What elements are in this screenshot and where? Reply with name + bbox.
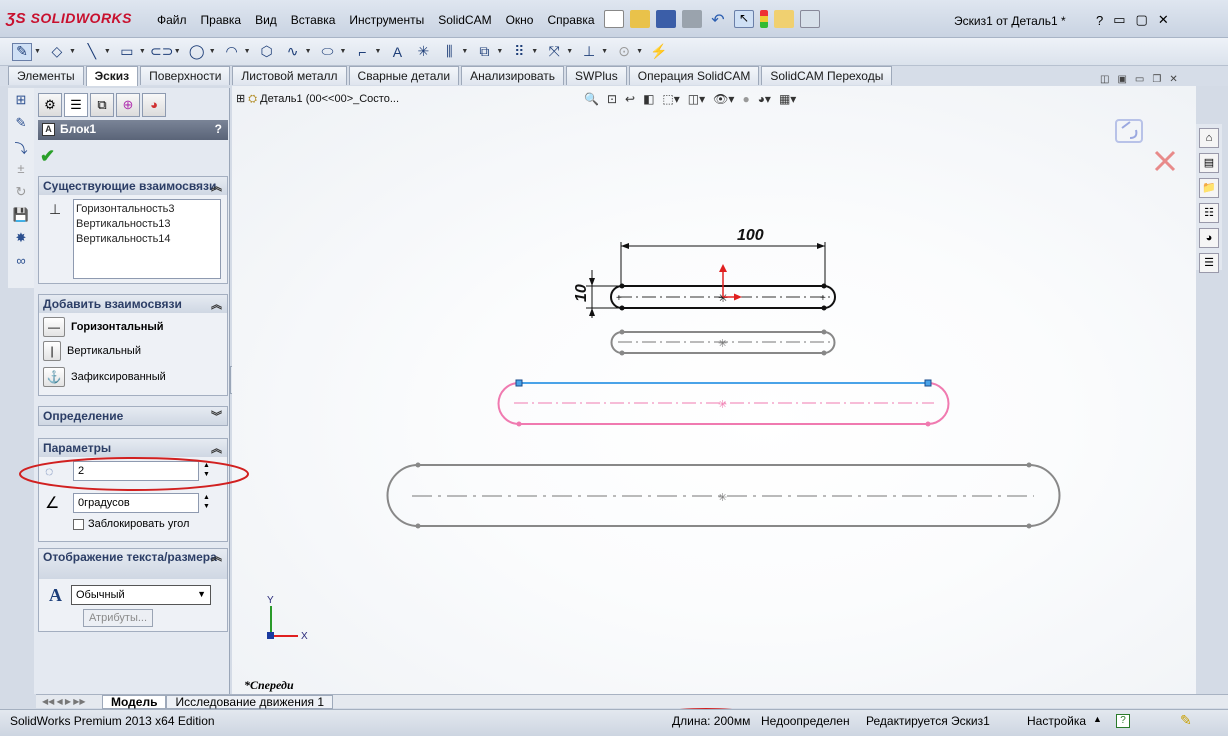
dimension-height[interactable]: 10 <box>573 270 620 318</box>
quick-tips-icon[interactable]: ✎ <box>1180 712 1192 729</box>
dimension-length-label: 100 <box>737 227 764 244</box>
dimension-height-label: 10 <box>573 284 590 302</box>
status-edition: SolidWorks Premium 2013 x64 Edition <box>10 714 215 728</box>
highlight-scale-ellipse <box>19 457 249 491</box>
status-settings[interactable]: Настройка <box>1027 714 1086 728</box>
slot-selected[interactable]: ✳ <box>497 379 950 427</box>
exit-sketch-icon[interactable] <box>1115 119 1143 143</box>
svg-text:✳: ✳ <box>718 492 727 504</box>
tab-model[interactable]: Модель <box>102 694 167 709</box>
cancel-sketch-icon[interactable] <box>1154 150 1176 172</box>
slot-copy-small[interactable]: ✳ <box>610 329 836 356</box>
sketch-canvas: + + ✳ 100 10 ✳ ✳ ✳ Y X <box>19 119 1176 734</box>
help-status-icon[interactable]: ? <box>1116 714 1130 728</box>
svg-text:✳: ✳ <box>718 338 727 350</box>
status-length: Длина: 200мм <box>672 714 751 728</box>
tab-motion-study[interactable]: Исследование движения 1 <box>166 694 334 709</box>
status-definition: Недоопределен <box>761 714 850 728</box>
block-origin <box>719 264 742 301</box>
axis-y-label: Y <box>267 595 274 606</box>
svg-text:✳: ✳ <box>718 399 727 411</box>
status-bar: SolidWorks Premium 2013 x64 Edition Длин… <box>0 709 1228 736</box>
axis-x-label: X <box>301 631 308 642</box>
svg-text:+: + <box>820 293 826 304</box>
settings-up-arrow-icon[interactable]: ▲ <box>1093 714 1102 724</box>
slot-copy-large[interactable]: ✳ <box>386 462 1061 529</box>
view-label: *Спереди <box>244 678 294 692</box>
tab-scroll-arrows[interactable]: ◀◀ ◀ ▶ ▶▶ <box>36 697 102 706</box>
svg-text:+: + <box>616 293 622 304</box>
bottom-tabs: ◀◀ ◀ ▶ ▶▶ Модель Исследование движения 1 <box>36 694 1228 709</box>
status-editing: Редактируется Эскиз1 <box>866 714 990 728</box>
coordinate-triad: Y X <box>267 595 308 642</box>
